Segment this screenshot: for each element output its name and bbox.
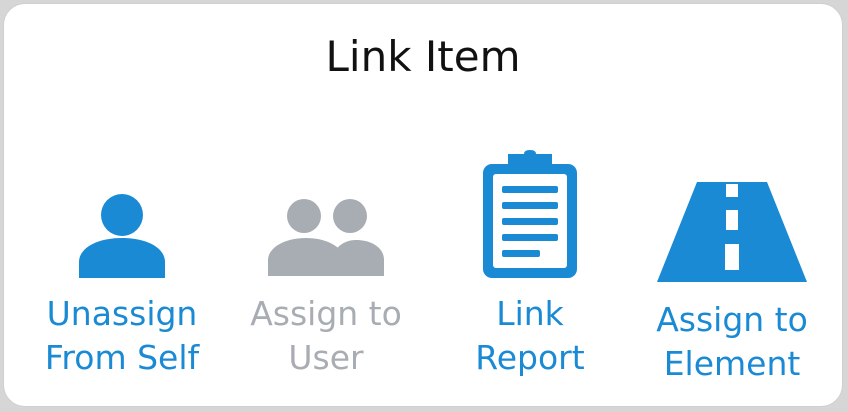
- assign-to-user-button[interactable]: Assign to User: [226, 152, 426, 392]
- action-label: Assign to Element: [656, 300, 808, 383]
- action-label: Link Report: [475, 294, 585, 377]
- action-label: Assign to User: [250, 294, 402, 377]
- action-label: Unassign From Self: [44, 294, 200, 377]
- assign-to-element-button[interactable]: Assign to Element: [632, 152, 832, 392]
- link-report-button[interactable]: Link Report: [430, 150, 630, 392]
- road-icon: [632, 152, 832, 282]
- unassign-from-self-button[interactable]: Unassign From Self: [22, 152, 222, 392]
- people-icon: [226, 152, 426, 282]
- dialog-title: Link Item: [325, 32, 521, 81]
- link-item-dialog: Link Item Unassign From Self Assign to U…: [3, 3, 843, 407]
- person-icon: [22, 152, 222, 282]
- clipboard-icon: [430, 150, 630, 282]
